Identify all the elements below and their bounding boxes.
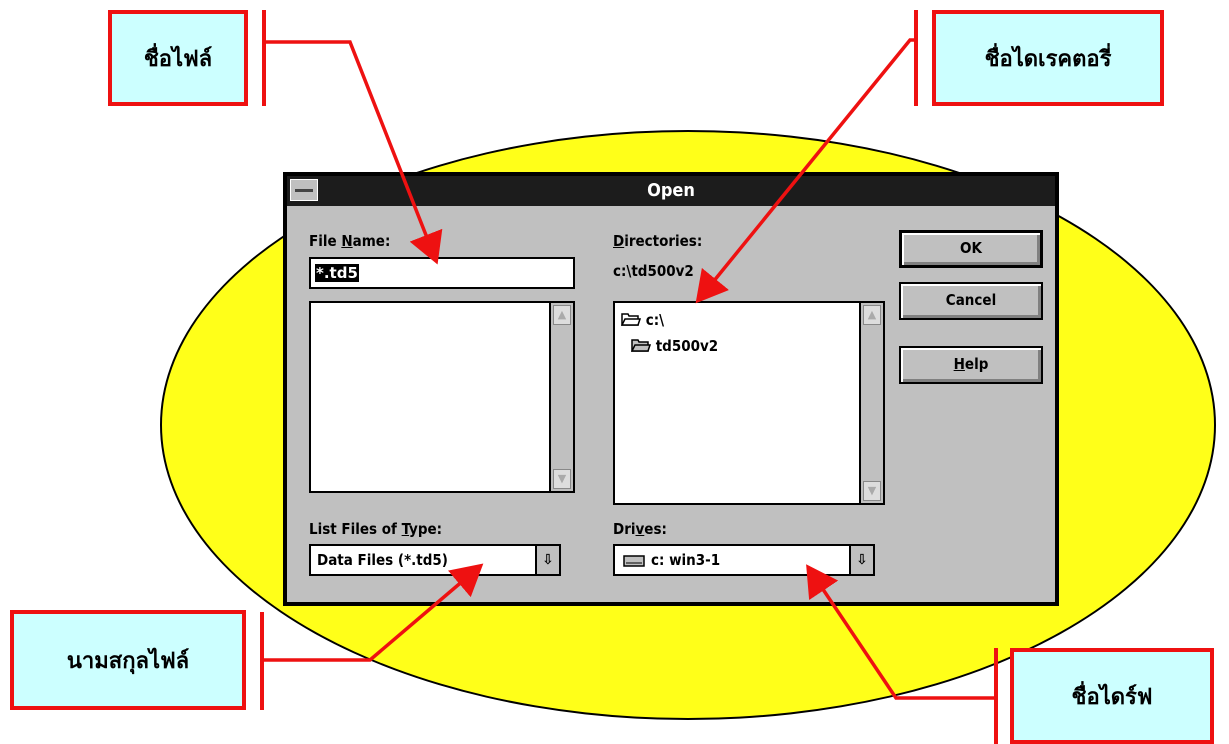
title-bar[interactable]: Open <box>287 176 1055 206</box>
file-list-scrollbar[interactable]: ▲ ▼ <box>549 303 573 491</box>
directory-item[interactable]: c:\ <box>620 311 664 329</box>
dialog-title: Open <box>647 180 695 201</box>
scroll-up-icon[interactable]: ▲ <box>863 305 881 325</box>
file-type-value: Data Files (*.td5) <box>317 551 448 569</box>
file-name-input[interactable]: *.td5 <box>309 257 575 289</box>
open-folder-icon <box>620 311 646 329</box>
list-files-type-label: List Files of Type: <box>309 520 443 538</box>
directory-list-scrollbar[interactable]: ▲ ▼ <box>859 303 883 503</box>
ok-button[interactable]: OK <box>899 230 1043 268</box>
drive-dropdown[interactable]: c: win3-1 ⇩ <box>613 544 875 576</box>
callout-directory-name: ชื่อไดเรคตอรี่ <box>932 10 1164 106</box>
open-folder-icon <box>630 337 656 355</box>
directories-label: Directories: <box>613 232 703 250</box>
cancel-button[interactable]: Cancel <box>899 282 1043 320</box>
callout-file-name: ชื่อไฟล์ <box>108 10 248 106</box>
callout-bracket <box>994 648 998 744</box>
file-name-value: *.td5 <box>315 264 359 282</box>
callout-drive-name: ชื่อไดร์ฟ <box>1010 648 1214 744</box>
directory-list[interactable]: c:\ td500v2 ▲ ▼ <box>613 301 885 505</box>
file-list[interactable]: ▲ ▼ <box>309 301 575 493</box>
open-dialog: Open File Name: *.td5 ▲ ▼ Directories: c… <box>283 172 1059 606</box>
dropdown-arrow-icon[interactable]: ⇩ <box>849 546 873 574</box>
callout-bracket <box>262 10 266 106</box>
scroll-up-icon[interactable]: ▲ <box>553 305 571 325</box>
drive-value: c: win3-1 <box>651 551 721 569</box>
callout-file-extension: นามสกุลไฟล์ <box>10 610 246 710</box>
help-button[interactable]: Help <box>899 346 1043 384</box>
dropdown-arrow-icon[interactable]: ⇩ <box>535 546 559 574</box>
hard-drive-icon <box>623 554 645 572</box>
file-type-dropdown[interactable]: Data Files (*.td5) ⇩ <box>309 544 561 576</box>
scroll-down-icon[interactable]: ▼ <box>553 469 571 489</box>
current-directory-path: c:\td500v2 <box>613 262 694 280</box>
callout-bracket <box>914 10 918 106</box>
callout-bracket <box>260 612 264 710</box>
file-name-label: File Name: <box>309 232 391 250</box>
annotated-screenshot: Open File Name: *.td5 ▲ ▼ Directories: c… <box>0 0 1229 744</box>
scroll-down-icon[interactable]: ▼ <box>863 481 881 501</box>
drives-label: Drives: <box>613 520 667 538</box>
directory-item[interactable]: td500v2 <box>630 337 718 355</box>
